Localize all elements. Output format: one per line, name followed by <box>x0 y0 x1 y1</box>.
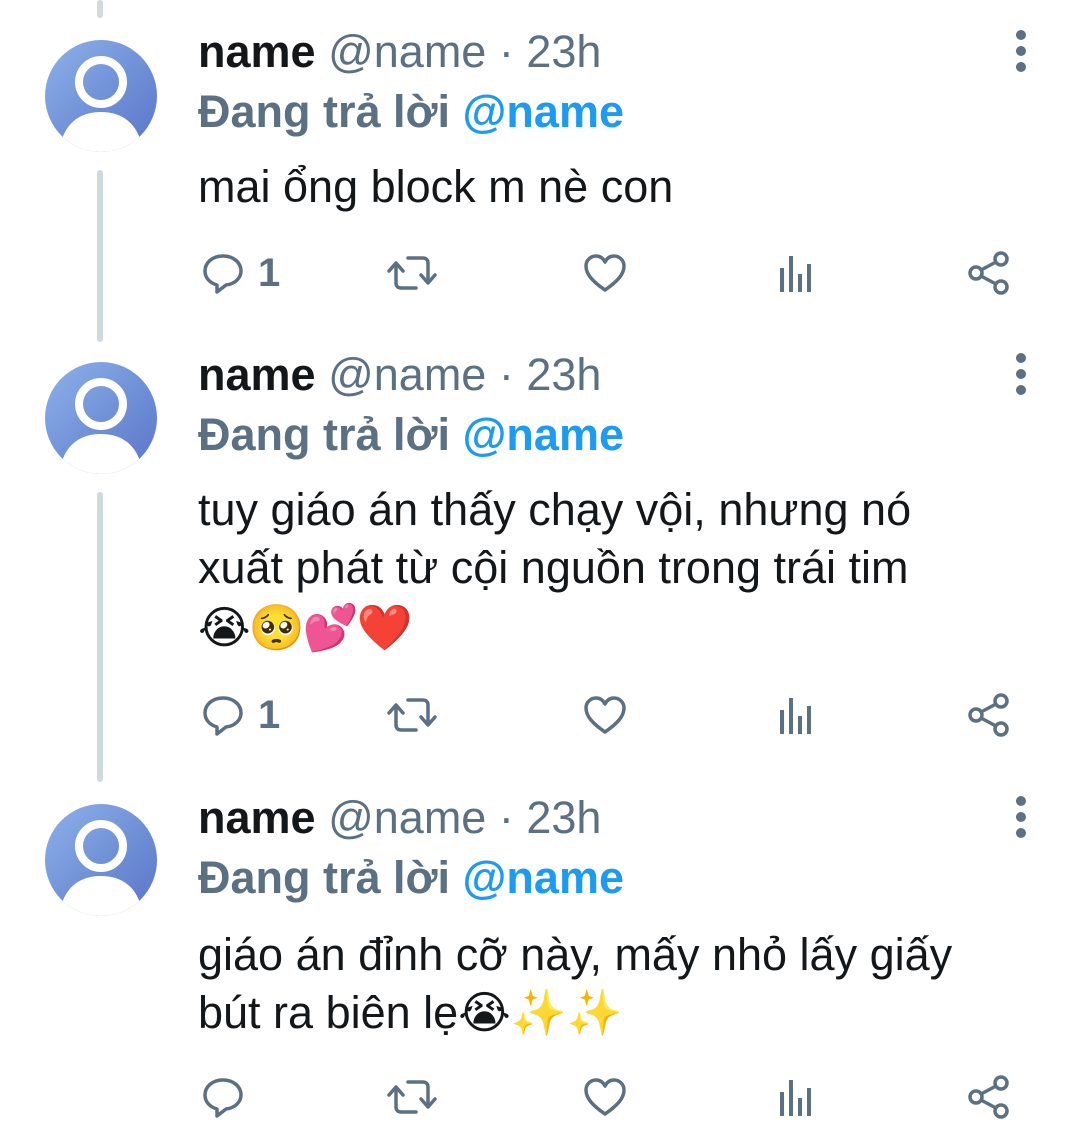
heart-icon <box>584 254 626 292</box>
avatar[interactable] <box>45 362 157 474</box>
tweet[interactable]: name @name · 23h Đang trả lời @name mai … <box>0 0 1080 335</box>
share-button[interactable] <box>966 243 1012 303</box>
reply-count: 1 <box>258 693 281 737</box>
share-icon <box>968 251 1009 295</box>
share-icon <box>968 1075 1009 1119</box>
user-handle[interactable]: @name <box>328 792 486 843</box>
timestamp[interactable]: 23h <box>526 26 601 77</box>
share-button[interactable] <box>966 685 1012 745</box>
more-vertical-icon <box>1016 30 1026 72</box>
avatar[interactable] <box>45 40 157 152</box>
analytics-bars-icon <box>780 698 811 734</box>
tweet-actions: 1 <box>0 685 1080 745</box>
retweet-button[interactable] <box>386 685 438 745</box>
replying-mention[interactable]: @name <box>463 852 624 903</box>
replying-to: Đang trả lời @name <box>198 407 624 463</box>
tweet-header: name @name · 23h <box>198 24 601 80</box>
tweet-text-line: xuất phát từ cội nguồn trong trái tim <box>198 542 909 593</box>
replying-mention[interactable]: @name <box>463 86 624 137</box>
tweet-text: mai ổng block m nè con <box>198 158 1058 216</box>
more-options-button[interactable] <box>1005 792 1037 842</box>
retweet-button[interactable] <box>386 1067 438 1127</box>
analytics-bars-icon <box>780 1080 811 1116</box>
tweet-text: tuy giáo án thấy chạy vội, nhưng nó xuất… <box>198 481 1058 657</box>
analytics-button[interactable] <box>776 685 816 745</box>
separator: · <box>498 792 514 843</box>
display-name[interactable]: name <box>198 792 316 843</box>
display-name[interactable]: name <box>198 26 316 77</box>
reply-button[interactable]: 1 <box>200 243 280 303</box>
tweet-actions <box>0 1067 1080 1127</box>
tweet-text-line: bút ra biên lẹ😭✨✨ <box>198 987 623 1038</box>
display-name[interactable]: name <box>198 349 316 400</box>
more-options-button[interactable] <box>1005 26 1037 76</box>
like-button[interactable] <box>582 243 628 303</box>
tweet-actions: 1 <box>0 243 1080 303</box>
analytics-button[interactable] <box>776 243 816 303</box>
analytics-button[interactable] <box>776 1067 816 1127</box>
reply-count: 1 <box>258 251 281 295</box>
replying-prefix: Đang trả lời <box>198 852 451 903</box>
replying-mention[interactable]: @name <box>463 409 624 460</box>
avatar[interactable] <box>45 804 157 916</box>
retweet-icon <box>387 256 437 290</box>
more-vertical-icon <box>1016 796 1026 838</box>
retweet-button[interactable] <box>386 243 438 303</box>
tweet[interactable]: name @name · 23h Đang trả lời @name tuy … <box>0 335 1080 775</box>
heart-icon <box>584 696 626 734</box>
user-handle[interactable]: @name <box>328 26 486 77</box>
tweet-text: giáo án đỉnh cỡ này, mấy nhỏ lấy giấy bú… <box>198 926 1058 1042</box>
default-avatar-icon <box>59 56 143 152</box>
reply-bubble-icon <box>203 1078 243 1118</box>
replying-to: Đang trả lời @name <box>198 850 624 906</box>
share-button[interactable] <box>966 1067 1012 1127</box>
default-avatar-icon <box>59 378 143 474</box>
reply-button[interactable]: 1 <box>200 685 280 745</box>
user-handle[interactable]: @name <box>328 349 486 400</box>
share-icon <box>968 693 1009 737</box>
tweet[interactable]: name @name · 23h Đang trả lời @name giáo… <box>0 778 1080 1138</box>
reply-button[interactable] <box>200 1067 258 1127</box>
tweet-emoji-line: 😭🥺💕❤️ <box>198 601 413 654</box>
reply-bubble-icon <box>203 696 243 736</box>
tweet-text-line: tuy giáo án thấy chạy vội, nhưng nó <box>198 484 912 535</box>
default-avatar-icon <box>59 820 143 916</box>
replying-to: Đang trả lời @name <box>198 84 624 140</box>
separator: · <box>498 26 514 77</box>
reply-bubble-icon <box>203 254 243 294</box>
replying-prefix: Đang trả lời <box>198 409 451 460</box>
like-button[interactable] <box>582 685 628 745</box>
tweet-header: name @name · 23h <box>198 347 601 403</box>
timestamp[interactable]: 23h <box>526 792 601 843</box>
like-button[interactable] <box>582 1067 628 1127</box>
retweet-icon <box>387 1080 437 1114</box>
tweet-header: name @name · 23h <box>198 790 601 846</box>
retweet-icon <box>387 698 437 732</box>
separator: · <box>498 349 514 400</box>
more-options-button[interactable] <box>1005 349 1037 399</box>
timestamp[interactable]: 23h <box>526 349 601 400</box>
heart-icon <box>584 1078 626 1116</box>
analytics-bars-icon <box>780 256 811 292</box>
tweet-text-line: giáo án đỉnh cỡ này, mấy nhỏ lấy giấy <box>198 929 953 980</box>
tweet-text-line: mai ổng block m nè con <box>198 161 674 212</box>
replying-prefix: Đang trả lời <box>198 86 451 137</box>
more-vertical-icon <box>1016 353 1026 395</box>
